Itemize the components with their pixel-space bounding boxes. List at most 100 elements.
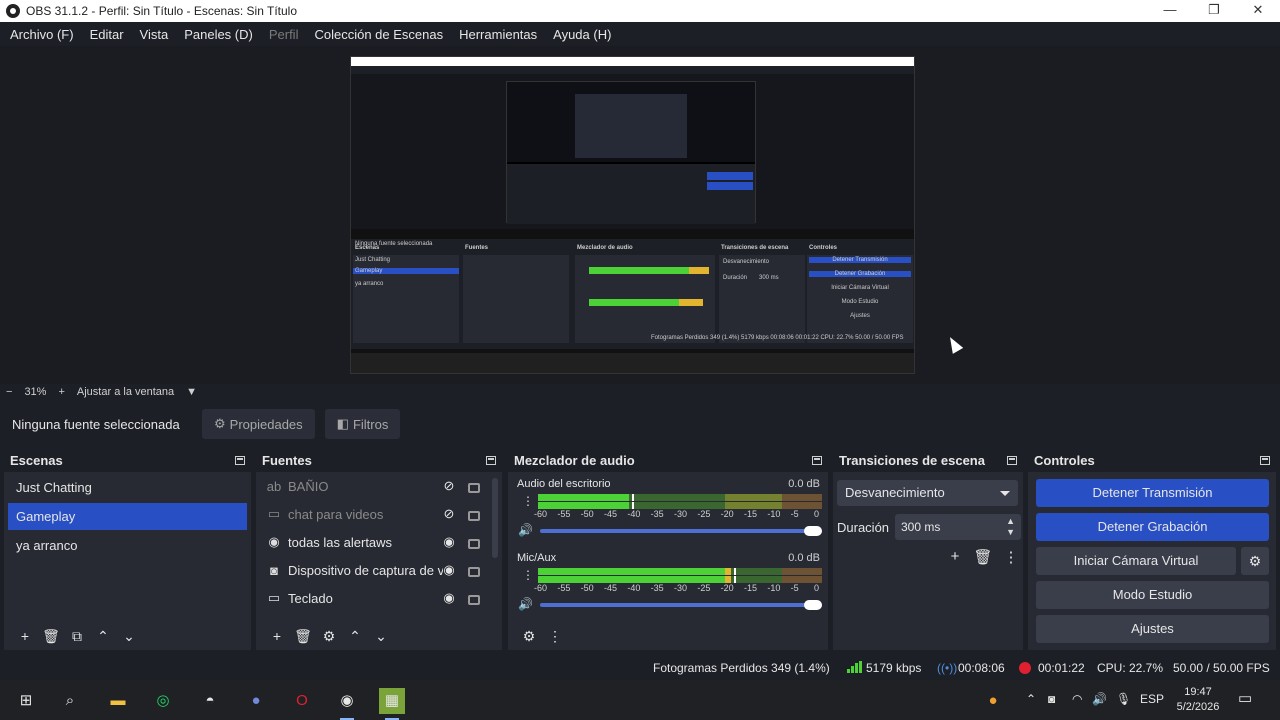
clock[interactable]: 19:47 5/2/2026 xyxy=(1170,685,1226,715)
nested-controls-title: Controles xyxy=(809,245,838,251)
channel-menu-icon[interactable]: ⋮ xyxy=(522,569,534,581)
source-properties-button[interactable]: ⚙ xyxy=(316,628,342,645)
transition-menu-button[interactable]: ⋮ xyxy=(997,548,1025,566)
meter-red-zone xyxy=(782,494,822,501)
minecraft-icon[interactable]: ▦ xyxy=(379,688,405,720)
volume-slider-knob[interactable] xyxy=(804,526,822,536)
zoom-dropdown-icon[interactable]: ▼ xyxy=(180,386,203,398)
studio-mode-button[interactable]: Modo Estudio xyxy=(1036,581,1269,609)
lock-icon[interactable] xyxy=(468,595,480,605)
scene-item[interactable]: ya arranco xyxy=(8,532,247,559)
eye-icon[interactable]: ◉ xyxy=(442,590,456,606)
add-transition-button[interactable]: + xyxy=(941,548,969,566)
mixer-settings-button[interactable]: ⚙ xyxy=(516,628,542,645)
menu-edit[interactable]: Editar xyxy=(82,27,132,42)
undock-icon[interactable] xyxy=(235,455,245,465)
start-virtual-camera-button[interactable]: Iniciar Cámara Virtual xyxy=(1036,547,1236,575)
eye-icon[interactable]: ◉ xyxy=(442,534,456,550)
spin-icon[interactable]: ▲ ▼ xyxy=(1006,516,1015,538)
close-button[interactable]: ✕ xyxy=(1236,0,1280,22)
source-item[interactable]: ▭ chat para videos ⊘ xyxy=(256,500,502,528)
menu-profile[interactable]: Perfil xyxy=(261,27,307,42)
obs-icon[interactable]: ◉ xyxy=(334,688,360,720)
menu-docks[interactable]: Paneles (D) xyxy=(176,27,261,42)
eye-hidden-icon[interactable]: ⊘ xyxy=(442,478,456,494)
chevron-down-icon xyxy=(1000,491,1010,496)
zoom-value: 31% xyxy=(24,386,47,398)
volume-slider-knob[interactable] xyxy=(804,600,822,610)
move-scene-up-button[interactable]: ⌃ xyxy=(90,628,116,645)
eye-icon[interactable]: ◉ xyxy=(442,562,456,578)
windows-start-icon[interactable]: ⊞ xyxy=(13,688,39,714)
preview-canvas[interactable]: Ninguna fuente seleccionada Escenas Just… xyxy=(350,56,915,374)
stop-streaming-button[interactable]: Detener Transmisión xyxy=(1036,479,1269,507)
filters-button[interactable]: ◧ Filtros xyxy=(324,409,401,439)
lock-icon[interactable] xyxy=(468,483,480,493)
source-item[interactable]: ▭ Teclado ◉ xyxy=(256,584,502,612)
menu-file[interactable]: Archivo (F) xyxy=(2,27,82,42)
undock-icon[interactable] xyxy=(1260,455,1270,465)
wifi-icon[interactable]: ◠ xyxy=(1072,692,1082,706)
properties-button[interactable]: ⚙ Propiedades xyxy=(202,409,315,439)
lock-icon[interactable] xyxy=(468,539,480,549)
undock-icon[interactable] xyxy=(812,455,822,465)
stop-recording-button[interactable]: Detener Grabación xyxy=(1036,513,1269,541)
source-name: todas las alertaws xyxy=(288,534,393,550)
minimize-button[interactable]: — xyxy=(1148,0,1192,22)
menu-tools[interactable]: Herramientas xyxy=(451,27,545,42)
tray-discord-icon[interactable]: ◙ xyxy=(1048,692,1055,706)
menu-view[interactable]: Vista xyxy=(132,27,177,42)
whatsapp-icon[interactable]: ◎ xyxy=(150,688,176,714)
source-item[interactable]: ab BAÑIO ⊘ xyxy=(256,472,502,500)
zoom-out-button[interactable]: − xyxy=(0,386,18,398)
game-controller-icon[interactable]: ◓ xyxy=(197,688,223,714)
source-item[interactable]: ◉ todas las alertaws ◉ xyxy=(256,528,502,556)
microphone-icon[interactable]: 🎙 xyxy=(1116,692,1131,706)
move-scene-down-button[interactable]: ⌄ xyxy=(116,628,142,645)
add-scene-button[interactable]: + xyxy=(12,628,38,644)
move-source-up-button[interactable]: ⌃ xyxy=(342,628,368,645)
maximize-button[interactable]: ❐ xyxy=(1192,0,1236,22)
undock-icon[interactable] xyxy=(1007,455,1017,465)
transition-select[interactable]: Desvanecimiento xyxy=(837,480,1018,506)
scene-item-active[interactable]: Gameplay xyxy=(8,503,247,530)
notifications-icon[interactable]: ▭ xyxy=(1238,689,1252,707)
source-item[interactable]: ◙ Dispositivo de captura de video ◉ xyxy=(256,556,502,584)
remove-scene-button[interactable]: 🗑 xyxy=(38,628,64,645)
settings-button[interactable]: Ajustes xyxy=(1036,615,1269,643)
search-icon[interactable]: ⌕ xyxy=(57,688,83,714)
discord-icon[interactable]: ● xyxy=(243,688,269,714)
scene-filters-button[interactable]: ⧉ xyxy=(64,628,90,645)
volume-slider[interactable] xyxy=(540,529,822,533)
move-source-down-button[interactable]: ⌄ xyxy=(368,628,394,645)
file-explorer-icon[interactable]: ▬ xyxy=(105,688,131,714)
lock-icon[interactable] xyxy=(468,567,480,577)
speaker-icon[interactable]: 🔊 xyxy=(518,523,533,537)
mixer-menu-button[interactable]: ⋮ xyxy=(542,628,568,645)
duration-input[interactable]: 300 ms ▲ ▼ xyxy=(895,514,1021,540)
add-source-button[interactable]: + xyxy=(264,628,290,644)
transition-selected: Desvanecimiento xyxy=(845,485,945,500)
zoom-fit-label[interactable]: Ajustar a la ventana xyxy=(71,386,180,398)
tray-chevron-up-icon[interactable]: ⌃ xyxy=(1026,692,1036,706)
opera-gx-icon[interactable]: O xyxy=(289,688,315,714)
virtual-camera-settings-icon[interactable]: ⚙ xyxy=(1241,547,1269,575)
remove-transition-button[interactable]: 🗑 xyxy=(969,548,997,566)
volume-icon[interactable]: 🔊 xyxy=(1092,692,1107,706)
speaker-icon[interactable]: 🔊 xyxy=(518,597,533,611)
weather-icon[interactable]: ● xyxy=(980,688,1006,714)
menu-help[interactable]: Ayuda (H) xyxy=(545,27,619,42)
volume-slider[interactable] xyxy=(540,603,822,607)
zoom-in-button[interactable]: + xyxy=(52,386,70,398)
preview-area[interactable]: Ninguna fuente seleccionada Escenas Just… xyxy=(0,46,1280,384)
undock-icon[interactable] xyxy=(486,455,496,465)
eye-hidden-icon[interactable]: ⊘ xyxy=(442,506,456,522)
channel-menu-icon[interactable]: ⋮ xyxy=(522,495,534,507)
sources-scrollbar[interactable] xyxy=(492,478,498,558)
remove-source-button[interactable]: 🗑 xyxy=(290,628,316,645)
menu-scene-collection[interactable]: Colección de Escenas xyxy=(306,27,451,42)
language-indicator[interactable]: ESP xyxy=(1140,692,1164,706)
lock-icon[interactable] xyxy=(468,511,480,521)
browser-icon: ◉ xyxy=(268,534,280,549)
scene-item[interactable]: Just Chatting xyxy=(8,474,247,501)
